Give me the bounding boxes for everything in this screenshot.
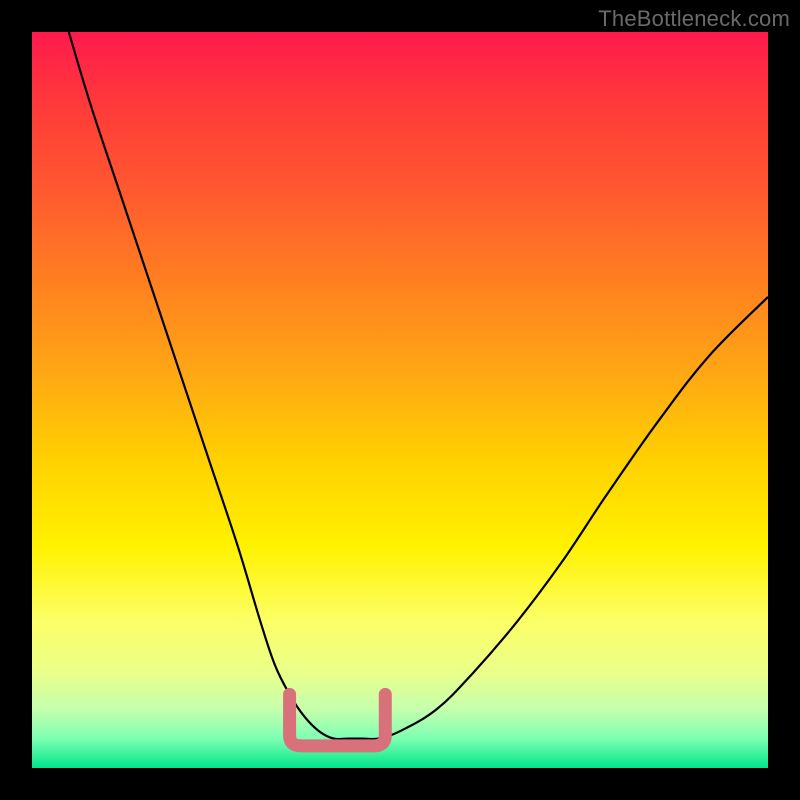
watermark-text: TheBottleneck.com (598, 6, 790, 32)
curve-line (69, 32, 768, 739)
chart-frame: TheBottleneck.com (0, 0, 800, 800)
gradient-plot-area (32, 32, 768, 768)
bottleneck-curve (32, 32, 768, 768)
